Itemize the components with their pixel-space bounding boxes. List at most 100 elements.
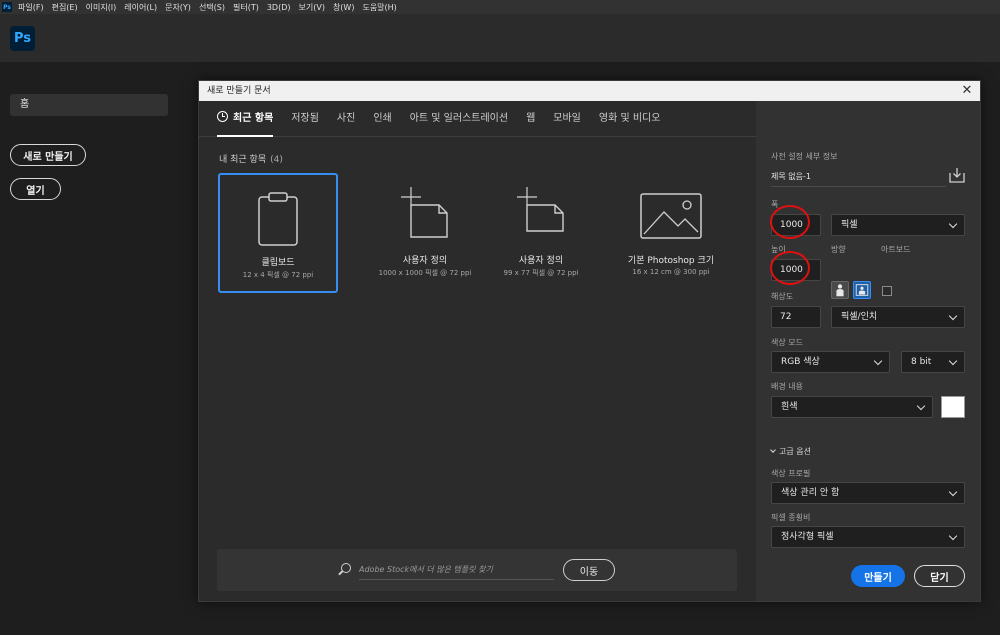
menu-3d[interactable]: 3D(D): [267, 3, 291, 12]
color-mode-value: RGB 색상: [781, 357, 820, 367]
recent-items-heading: 내 최근 항목 (4): [219, 152, 283, 165]
portrait-orientation-icon[interactable]: [831, 281, 849, 299]
menu-file[interactable]: 파일(F): [18, 2, 44, 13]
app-icon: Ps: [2, 2, 12, 12]
tab-art-illustration[interactable]: 아트 및 일러스트레이션: [410, 101, 508, 137]
custom-document-icon: [401, 187, 448, 238]
app-header: Ps: [0, 14, 1000, 62]
save-preset-icon[interactable]: [949, 167, 965, 183]
stock-search-bar: 이동: [217, 549, 737, 591]
close-button[interactable]: 닫기: [914, 565, 965, 587]
clock-icon: [217, 110, 228, 122]
bit-depth-value: 8 bit: [911, 357, 932, 367]
chevron-down-icon: [948, 311, 958, 321]
bit-depth-dropdown[interactable]: 8 bit: [901, 351, 965, 373]
chevron-down-icon: [948, 219, 958, 229]
custom-document-icon: [517, 187, 564, 232]
preset-name: 사용자 정의: [518, 256, 564, 266]
color-profile-label: 색상 프로필: [771, 469, 811, 478]
preset-details-panel: 사전 설정 세부 정보 제목 없음-1 폭 1000 픽셀 높이 방향 아트보드…: [756, 101, 980, 601]
annotation-circle-width: [770, 205, 810, 239]
image-icon: [640, 193, 702, 239]
background-value: 흰색: [781, 402, 798, 412]
recent-items-count: (4): [270, 155, 283, 165]
tab-mobile[interactable]: 모바일: [553, 101, 581, 137]
menu-image[interactable]: 이미지(I): [86, 2, 117, 13]
chevron-down-icon: [770, 447, 776, 453]
dialog-title: 새로 만들기 문서: [207, 86, 271, 96]
preset-dimensions: 99 x 77 픽셀 @ 72 ppi: [503, 269, 579, 277]
menu-view[interactable]: 보기(V): [299, 2, 325, 13]
color-mode-label: 색상 모드: [771, 338, 803, 347]
background-dropdown[interactable]: 흰색: [771, 396, 933, 418]
resolution-unit-value: 픽셀/인치: [841, 312, 878, 322]
photoshop-logo[interactable]: Ps: [10, 26, 35, 51]
preset-tabs: 최근 항목 저장됨 사진 인쇄 아트 및 일러스트레이션 웹 모바일 영화 및 …: [199, 101, 756, 137]
width-unit-value: 픽셀: [841, 220, 858, 230]
pixel-aspect-value: 정사각형 픽셀: [781, 532, 834, 542]
color-profile-value: 색상 관리 안 함: [781, 488, 840, 498]
preset-tile-default-photoshop[interactable]: 기본 Photoshop 크기 16 x 12 cm @ 300 ppi: [611, 173, 731, 293]
pixel-aspect-label: 픽셀 종횡비: [771, 513, 811, 522]
advanced-options-label: 고급 옵션: [779, 447, 811, 456]
menu-select[interactable]: 선택(S): [199, 2, 225, 13]
dialog-titlebar: 새로 만들기 문서 ✕: [199, 81, 980, 101]
chevron-down-icon: [916, 401, 926, 411]
close-icon[interactable]: ✕: [960, 81, 974, 101]
preset-name: 사용자 정의: [402, 256, 448, 266]
color-mode-dropdown[interactable]: RGB 색상: [771, 351, 890, 373]
tab-saved[interactable]: 저장됨: [291, 101, 319, 137]
tab-recent-label: 최근 항목: [233, 112, 274, 124]
menu-filter[interactable]: 필터(T): [233, 2, 259, 13]
resolution-label: 해상도: [771, 292, 794, 301]
color-profile-dropdown[interactable]: 색상 관리 안 함: [771, 482, 965, 504]
preset-name: 기본 Photoshop 크기: [627, 256, 715, 266]
recent-items-label: 내 최근 항목: [219, 155, 267, 165]
artboard-label: 아트보드: [881, 245, 911, 254]
artboard-checkbox[interactable]: [882, 286, 892, 296]
preset-dimensions: 1000 x 1000 픽셀 @ 72 ppi: [378, 269, 472, 277]
orientation-label: 방향: [831, 245, 846, 254]
menu-bar: Ps 파일(F) 편집(E) 이미지(I) 레이어(L) 문자(Y) 선택(S)…: [0, 0, 1000, 14]
go-button[interactable]: 이동: [563, 559, 615, 581]
preset-tile-custom-1000[interactable]: 사용자 정의 1000 x 1000 픽셀 @ 72 ppi: [365, 173, 485, 293]
menu-window[interactable]: 창(W): [333, 2, 355, 13]
preset-tile-clipboard[interactable]: 클립보드 12 x 4 픽셀 @ 72 ppi: [218, 173, 338, 293]
menu-layer[interactable]: 레이어(L): [124, 2, 157, 13]
preset-tile-custom-99[interactable]: 사용자 정의 99 x 77 픽셀 @ 72 ppi: [481, 173, 601, 293]
chevron-down-icon: [948, 531, 958, 541]
annotation-circle-height: [770, 251, 810, 285]
home-nav-item[interactable]: 홈: [10, 94, 168, 116]
menu-type[interactable]: 문자(Y): [165, 2, 191, 13]
chevron-down-icon: [873, 356, 883, 366]
pixel-aspect-dropdown[interactable]: 정사각형 픽셀: [771, 526, 965, 548]
preset-dimensions: 16 x 12 cm @ 300 ppi: [632, 268, 710, 276]
preset-name: 클립보드: [261, 258, 295, 268]
stock-search-input[interactable]: [359, 560, 554, 580]
background-label: 배경 내용: [771, 382, 803, 391]
resolution-input[interactable]: 72: [771, 306, 821, 328]
chevron-down-icon: [948, 487, 958, 497]
preset-dimensions: 12 x 4 픽셀 @ 72 ppi: [242, 271, 314, 279]
width-unit-dropdown[interactable]: 픽셀: [831, 214, 965, 236]
tab-web[interactable]: 웹: [526, 101, 535, 137]
new-document-dialog: 새로 만들기 문서 ✕ 최근 항목 저장됨 사진 인쇄 아트 및 일러스트레이션…: [198, 80, 981, 602]
search-icon: [341, 563, 351, 573]
menu-help[interactable]: 도움말(H): [362, 2, 396, 13]
open-button[interactable]: 열기: [10, 178, 61, 200]
background-color-swatch[interactable]: [941, 396, 965, 418]
resolution-unit-dropdown[interactable]: 픽셀/인치: [831, 306, 965, 328]
tab-print[interactable]: 인쇄: [373, 101, 391, 137]
tab-photo[interactable]: 사진: [337, 101, 355, 137]
new-file-button[interactable]: 새로 만들기: [10, 144, 86, 166]
create-button[interactable]: 만들기: [851, 565, 905, 587]
tab-recent[interactable]: 최근 항목: [217, 101, 274, 137]
document-name-field[interactable]: 제목 없음-1: [771, 171, 946, 187]
landscape-orientation-icon[interactable]: [853, 281, 871, 299]
advanced-options-toggle[interactable]: 고급 옵션: [770, 446, 811, 457]
tab-film-video[interactable]: 영화 및 비디오: [599, 101, 661, 137]
menu-edit[interactable]: 편집(E): [52, 2, 78, 13]
preset-details-title: 사전 설정 세부 정보: [771, 152, 838, 161]
chevron-down-icon: [948, 356, 958, 366]
clipboard-icon: [258, 192, 298, 246]
